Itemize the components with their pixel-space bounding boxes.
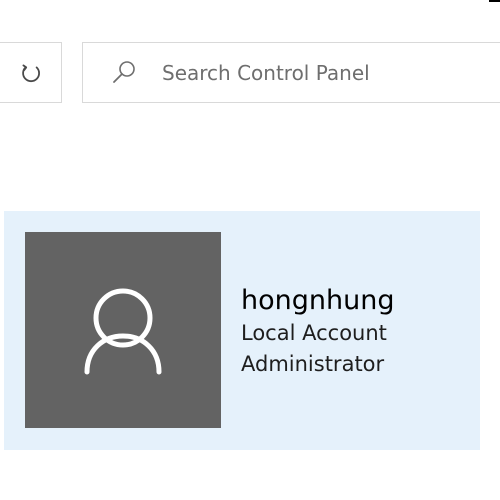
search-box[interactable] — [82, 42, 500, 103]
search-input[interactable] — [162, 43, 492, 102]
account-name: hongnhung — [241, 285, 395, 316]
refresh-icon — [21, 64, 40, 82]
account-card[interactable]: hongnhung Local Account Administrator — [4, 211, 480, 450]
search-icon — [113, 61, 135, 83]
window-edge-mark — [489, 0, 500, 2]
account-role: Administrator — [241, 352, 385, 376]
account-type: Local Account — [241, 321, 387, 345]
user-icon — [84, 288, 162, 375]
avatar — [25, 232, 221, 428]
account-info: hongnhung Local Account Administrator — [241, 284, 394, 380]
refresh-button[interactable] — [0, 42, 62, 103]
